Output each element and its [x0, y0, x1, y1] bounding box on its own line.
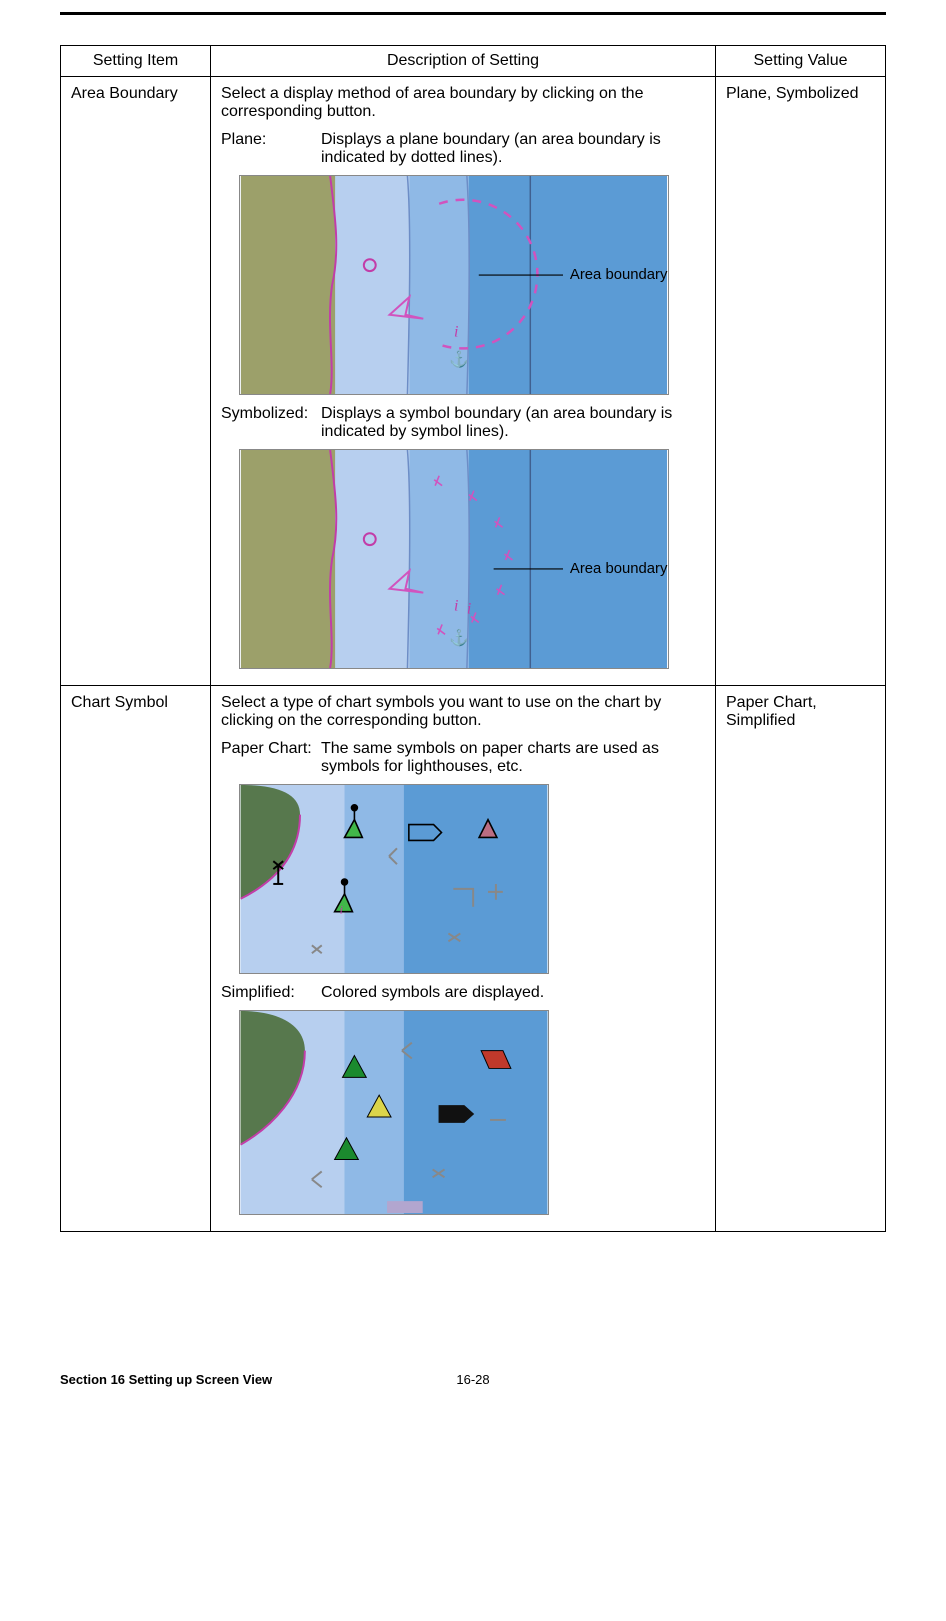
header-setting-item: Setting Item [61, 46, 211, 77]
header-description: Description of Setting [211, 46, 716, 77]
setting-value-cell: Plane, Symbolized [716, 77, 886, 686]
page-top-rule [60, 12, 886, 15]
nautical-chart-svg: i ⚓ Area boundary [239, 175, 669, 395]
option-description: The same symbols on paper charts are use… [321, 740, 705, 776]
svg-text:i: i [467, 601, 471, 618]
option-label: Symbolized: [221, 405, 321, 441]
svg-text:i: i [454, 598, 458, 615]
simplified-chart [239, 1010, 705, 1215]
nautical-chart-svg: i [239, 784, 549, 974]
svg-text:⚓: ⚓ [449, 349, 469, 368]
option-description: Displays a symbol boundary (an area boun… [321, 405, 705, 441]
description-cell: Select a display method of area boundary… [211, 77, 716, 686]
setting-value-cell: Paper Chart, Simplified [716, 686, 886, 1232]
intro-text: Select a display method of area boundary… [221, 85, 705, 121]
option-label: Plane: [221, 131, 321, 167]
setting-item-cell: Chart Symbol [61, 686, 211, 1232]
plane-boundary-chart: i ⚓ Area boundary [239, 175, 705, 395]
option-label: Paper Chart: [221, 740, 321, 776]
option-description: Displays a plane boundary (an area bound… [321, 131, 705, 167]
option-description: Colored symbols are displayed. [321, 984, 705, 1002]
header-setting-value: Setting Value [716, 46, 886, 77]
description-cell: Select a type of chart symbols you want … [211, 686, 716, 1232]
setting-item-cell: Area Boundary [61, 77, 211, 686]
callout-label: Area boundary [570, 267, 668, 283]
svg-text:i: i [454, 324, 458, 341]
table-row: Area Boundary Select a display method of… [61, 77, 886, 686]
svg-text:⚓: ⚓ [449, 628, 469, 647]
paper-chart-chart: i [239, 784, 705, 974]
symbolized-boundary-chart: i i ⚓ Area boundary [239, 449, 705, 669]
nautical-chart-svg [239, 1010, 549, 1215]
settings-table: Setting Item Description of Setting Sett… [60, 45, 886, 1232]
nautical-chart-svg: i i ⚓ Area boundary [239, 449, 669, 669]
table-row: Chart Symbol Select a type of chart symb… [61, 686, 886, 1232]
footer-page-number: 16-28 [456, 1372, 489, 1387]
option-label: Simplified: [221, 984, 321, 1002]
page-footer: Section 16 Setting up Screen View 16-28 [60, 1372, 886, 1387]
callout-label: Area boundary [570, 561, 668, 577]
intro-text: Select a type of chart symbols you want … [221, 694, 705, 730]
svg-text:i: i [340, 903, 343, 917]
footer-section: Section 16 Setting up Screen View [60, 1372, 272, 1387]
